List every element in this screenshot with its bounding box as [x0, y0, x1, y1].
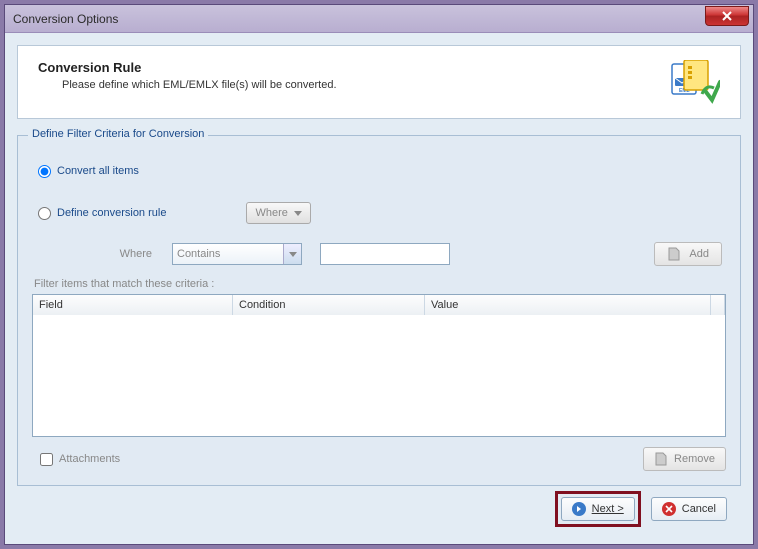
where-dropdown-button[interactable]: Where: [246, 202, 310, 224]
window-close-button[interactable]: [705, 6, 749, 26]
radio-convert-all-label: Convert all items: [57, 165, 139, 177]
add-file-icon: [667, 247, 681, 261]
conversion-eml-icon: EML: [670, 60, 720, 104]
next-button-highlight: Next >: [555, 491, 641, 527]
table-header: Field Condition Value: [33, 295, 725, 315]
radio-convert-all[interactable]: Convert all items: [38, 160, 726, 182]
column-condition[interactable]: Condition: [233, 295, 425, 315]
filter-form-row: Where Add: [32, 242, 726, 266]
add-button[interactable]: Add: [654, 242, 722, 266]
filter-criteria-group: Define Filter Criteria for Conversion Co…: [17, 135, 741, 486]
value-input[interactable]: [320, 243, 450, 265]
content-area: Conversion Rule Please define which EML/…: [5, 33, 753, 544]
attachments-checkbox-input[interactable]: [40, 453, 53, 466]
cancel-x-icon: [662, 502, 676, 516]
column-spacer: [711, 295, 725, 315]
title-bar[interactable]: Conversion Options: [5, 5, 753, 33]
cancel-button[interactable]: Cancel: [651, 497, 727, 521]
header-section: Conversion Rule Please define which EML/…: [17, 45, 741, 119]
attachments-checkbox[interactable]: Attachments: [40, 453, 120, 466]
condition-combo[interactable]: [172, 243, 302, 265]
where-button-label: Where: [255, 207, 287, 219]
radio-define-rule-input[interactable]: [38, 207, 51, 220]
window-frame: Conversion Options Conversion Rule Pleas…: [4, 4, 754, 545]
chevron-down-icon: [294, 211, 302, 216]
criteria-table[interactable]: Field Condition Value: [32, 294, 726, 437]
close-icon: [722, 11, 732, 21]
page-description: Please define which EML/EMLX file(s) wil…: [38, 79, 670, 91]
filter-items-label: Filter items that match these criteria :: [34, 278, 726, 290]
radio-define-rule-label: Define conversion rule: [57, 207, 166, 219]
table-body: [33, 315, 725, 436]
window-title: Conversion Options: [9, 12, 118, 26]
column-value[interactable]: Value: [425, 295, 711, 315]
radio-convert-all-input[interactable]: [38, 165, 51, 178]
group-title: Define Filter Criteria for Conversion: [28, 128, 208, 140]
remove-button-label: Remove: [674, 453, 715, 465]
arrow-right-icon: [572, 502, 586, 516]
page-title: Conversion Rule: [38, 60, 670, 75]
remove-file-icon: [654, 452, 668, 466]
attachments-label: Attachments: [59, 453, 120, 465]
where-label: Where: [32, 248, 172, 260]
add-button-label: Add: [689, 248, 709, 260]
cancel-button-label: Cancel: [682, 503, 716, 515]
remove-button[interactable]: Remove: [643, 447, 726, 471]
radio-define-rule[interactable]: Define conversion rule: [38, 207, 166, 220]
footer-buttons: Next > Cancel: [17, 486, 741, 532]
column-field[interactable]: Field: [33, 295, 233, 315]
next-button[interactable]: Next >: [561, 497, 635, 521]
next-button-label: Next >: [592, 503, 624, 515]
